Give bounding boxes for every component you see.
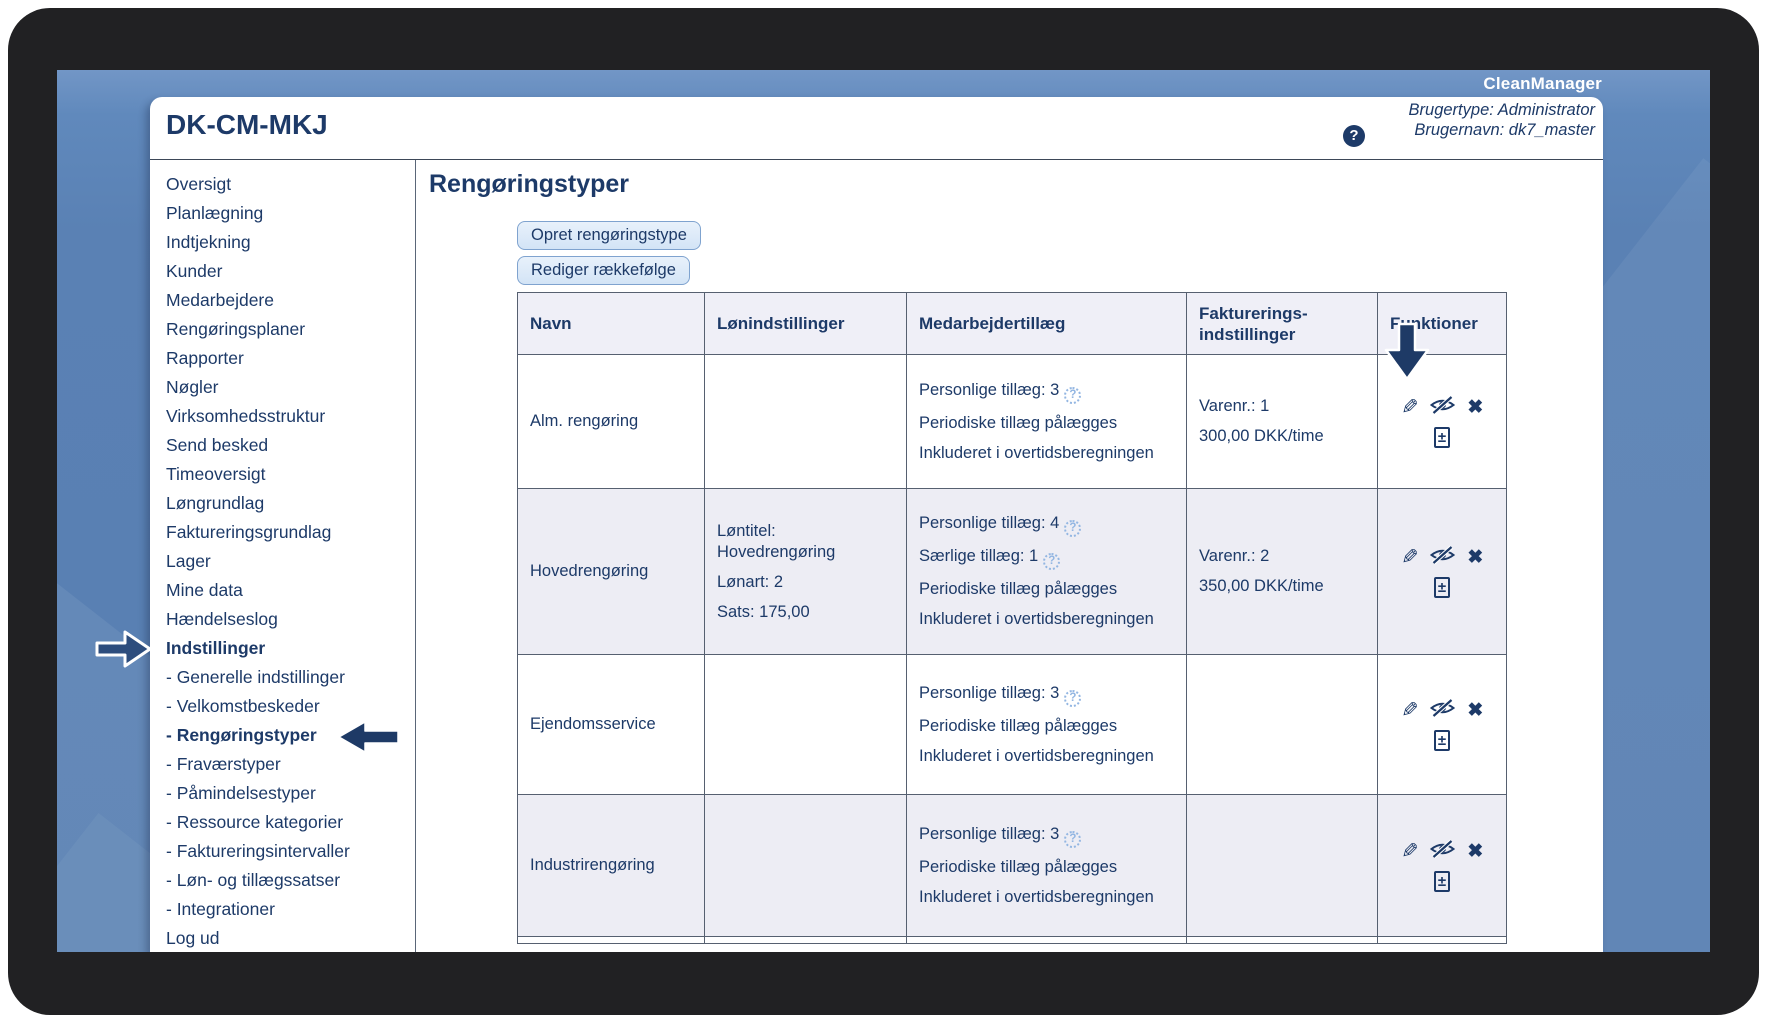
sidebar-item-lager[interactable]: Lager [166, 547, 415, 576]
user-type-label: Brugertype: Administrator [1408, 101, 1595, 119]
invoicing-cell [1186, 794, 1378, 937]
sidebar-item-send-besked[interactable]: Send besked [166, 431, 415, 460]
eye-slash-icon[interactable] [1429, 545, 1456, 570]
invoicing-cell [1186, 654, 1378, 795]
sidebar-item-kunder[interactable]: Kunder [166, 257, 415, 286]
edit-icon[interactable]: ✎ [1401, 699, 1419, 722]
sidebar-item-rapporter[interactable]: Rapporter [166, 344, 415, 373]
sidebar-item-oversigt[interactable]: Oversigt [166, 170, 415, 199]
delete-icon[interactable]: ✖ [1467, 397, 1483, 418]
supplements-cell: Personlige tillæg: 4? Særlige tillæg: 1?… [906, 488, 1187, 655]
adjust-rates-icon[interactable]: ± [1434, 577, 1450, 598]
name-cell: Alm. rengøring [517, 354, 705, 489]
sidebar-item-faktureringsgrundlag[interactable]: Faktureringsgrundlag [166, 518, 415, 547]
name-cell: Industrirengøring [517, 794, 705, 937]
sidebar-item-medarbejdere[interactable]: Medarbejdere [166, 286, 415, 315]
main-content: Rengøringstyper Opret rengøringstype Red… [416, 160, 1603, 952]
sidebar-item-rengoringsplaner[interactable]: Rengøringsplaner [166, 315, 415, 344]
adjust-rates-icon[interactable]: ± [1434, 427, 1450, 448]
page-title: Rengøringstyper [429, 170, 630, 198]
sidebar-item-haendelseslog[interactable]: Hændelseslog [166, 605, 415, 634]
functions-cell: ✎ ✖ ± [1377, 794, 1507, 937]
eye-slash-icon[interactable] [1429, 698, 1456, 723]
app-panel: DK-CM-MKJ ? Brugertype: Administrator Br… [150, 97, 1603, 952]
help-icon[interactable]: ? [1064, 386, 1082, 404]
adjust-rates-icon[interactable]: ± [1434, 730, 1450, 751]
sidebar-item-faktureringsintervaller[interactable]: - Faktureringsintervaller [166, 837, 415, 866]
invoicing-cell: Varenr.: 1 300,00 DKK/time [1186, 354, 1378, 489]
sidebar-item-indtjekning[interactable]: Indtjekning [166, 228, 415, 257]
table-row: Industrirengøring Personlige tillæg: 3? … [517, 794, 1507, 937]
sidebar-item-timeoversigt[interactable]: Timeoversigt [166, 460, 415, 489]
sidebar-item-mine-data[interactable]: Mine data [166, 576, 415, 605]
sidebar-item-ressource-kategorier[interactable]: - Ressource kategorier [166, 808, 415, 837]
salary-cell [704, 654, 907, 795]
sidebar-item-virksomhedsstruktur[interactable]: Virksomhedsstruktur [166, 402, 415, 431]
delete-icon[interactable]: ✖ [1467, 700, 1483, 721]
help-icon[interactable]: ? [1064, 830, 1082, 848]
cleaning-types-table: Navn Lønindstillinger Medarbejdertillæg … [517, 292, 1507, 944]
panel-header: DK-CM-MKJ ? Brugertype: Administrator Br… [150, 97, 1603, 160]
sidebar-item-log-ud[interactable]: Log ud [166, 924, 415, 952]
sidebar-item-nogler[interactable]: Nøgler [166, 373, 415, 402]
edit-icon[interactable]: ✎ [1401, 546, 1419, 569]
company-title: DK-CM-MKJ [166, 109, 328, 140]
brand-label: CleanManager [1483, 74, 1602, 93]
functions-cell: ✎ ✖ ± [1377, 654, 1507, 795]
annotation-arrow-left-icon [338, 721, 399, 753]
delete-icon[interactable]: ✖ [1467, 547, 1483, 568]
edit-icon[interactable]: ✎ [1401, 396, 1419, 419]
delete-icon[interactable]: ✖ [1467, 841, 1483, 862]
table-row: Hovedrengøring Løntitel: Hovedrengøring … [517, 488, 1507, 655]
table-row: Alm. rengøring Personlige tillæg: 3? Per… [517, 354, 1507, 489]
annotation-arrow-down-icon [1384, 322, 1430, 381]
column-header-lonindstillinger: Lønindstillinger [704, 292, 907, 355]
eye-slash-icon[interactable] [1429, 839, 1456, 864]
sidebar-nav: Oversigt Planlægning Indtjekning Kunder … [150, 160, 416, 952]
table-row [517, 936, 1507, 944]
annotation-arrow-right-icon [95, 630, 152, 668]
name-cell: Ejendomsservice [517, 654, 705, 795]
supplements-cell: Personlige tillæg: 3? Periodiske tillæg … [906, 354, 1187, 489]
sidebar-item-integrationer[interactable]: - Integrationer [166, 895, 415, 924]
sidebar-item-indstillinger[interactable]: Indstillinger [166, 634, 415, 663]
sidebar-item-pamindelsestyper[interactable]: - Påmindelsestyper [166, 779, 415, 808]
help-icon[interactable]: ? [1064, 520, 1082, 537]
sidebar-item-generelle-indstillinger[interactable]: - Generelle indstillinger [166, 663, 415, 692]
functions-cell: ✎ ✖ ± [1377, 488, 1507, 655]
user-info: Brugertype: Administrator Brugernavn: dk… [1409, 100, 1595, 140]
create-cleaning-type-button[interactable]: Opret rengøringstype [517, 221, 701, 250]
sidebar-item-planlaegning[interactable]: Planlægning [166, 199, 415, 228]
help-icon[interactable]: ? [1343, 125, 1365, 147]
salary-cell [704, 354, 907, 489]
name-cell: Hovedrengøring [517, 488, 705, 655]
supplements-cell: Personlige tillæg: 3? Periodiske tillæg … [906, 654, 1187, 795]
supplements-cell: Personlige tillæg: 3? Periodiske tillæg … [906, 794, 1187, 937]
column-header-faktureringsindstillinger: Fakturerings- indstillinger [1186, 292, 1378, 355]
user-name-label: Brugernavn: dk7_master [1414, 121, 1595, 139]
table-row: Ejendomsservice Personlige tillæg: 3? Pe… [517, 654, 1507, 795]
sidebar-item-longrundlag[interactable]: Løngrundlag [166, 489, 415, 518]
salary-cell: Løntitel: Hovedrengøring Lønart: 2 Sats:… [704, 488, 907, 655]
edit-order-button[interactable]: Rediger rækkefølge [517, 256, 690, 285]
table-header-row: Navn Lønindstillinger Medarbejdertillæg … [517, 292, 1507, 355]
help-icon[interactable]: ? [1064, 689, 1082, 707]
sidebar-item-velkomstbeskeder[interactable]: - Velkomstbeskeder [166, 692, 415, 721]
help-icon[interactable]: ? [1043, 553, 1061, 570]
invoicing-cell: Varenr.: 2 350,00 DKK/time [1186, 488, 1378, 655]
adjust-rates-icon[interactable]: ± [1434, 871, 1450, 892]
column-header-navn: Navn [517, 292, 705, 355]
eye-slash-icon[interactable] [1429, 395, 1456, 420]
sidebar-item-lon-og-tillaegssatser[interactable]: - Løn- og tillægssatser [166, 866, 415, 895]
edit-icon[interactable]: ✎ [1401, 840, 1419, 863]
app-background: CleanManager DK-CM-MKJ ? Brugertype: Adm… [57, 70, 1710, 952]
column-header-medarbejdertillaeg: Medarbejdertillæg [906, 292, 1187, 355]
salary-cell [704, 794, 907, 937]
